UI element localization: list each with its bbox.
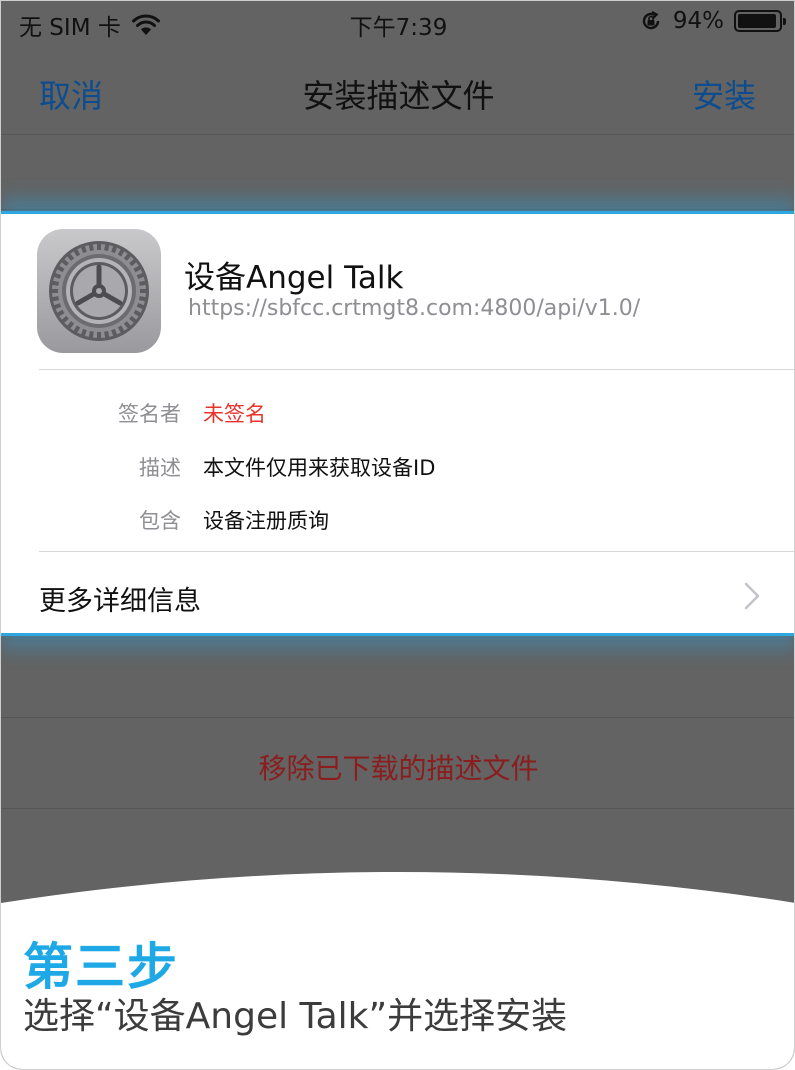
profile-card: 设备Angel Talk https://sbfcc.crtmgt8.com:4… bbox=[1, 211, 794, 636]
profile-url: https://sbfcc.crtmgt8.com:4800/api/v1.0/ bbox=[188, 296, 641, 321]
battery-fill bbox=[738, 14, 776, 28]
install-button[interactable]: 安装 bbox=[692, 71, 756, 117]
battery-icon bbox=[734, 10, 786, 32]
divider bbox=[1, 808, 794, 809]
more-details-label: 更多详细信息 bbox=[39, 586, 201, 617]
step-description: 选择“设备Angel Talk”并选择安装 bbox=[23, 996, 568, 1037]
divider bbox=[1, 209, 794, 210]
page-title: 安装描述文件 bbox=[302, 77, 495, 115]
description-value: 本文件仅用来获取设备ID bbox=[203, 456, 436, 480]
signer-value: 未签名 bbox=[203, 402, 266, 426]
description-label: 描述 bbox=[139, 456, 181, 480]
status-bar: 无 SIM 卡 下午7:39 94% bbox=[1, 1, 794, 45]
signer-label: 签名者 bbox=[118, 402, 181, 426]
contains-value: 设备注册质询 bbox=[203, 509, 329, 533]
divider bbox=[39, 369, 794, 370]
battery-percent: 94% bbox=[672, 8, 724, 34]
screen-frame: 无 SIM 卡 下午7:39 94% 取消 安装描述文件 安装 设备Angel … bbox=[0, 0, 795, 1070]
chevron-right-icon bbox=[744, 582, 760, 610]
settings-gear-icon bbox=[37, 229, 161, 353]
instruction-overlay: 第三步 选择“设备Angel Talk”并选择安装 bbox=[1, 861, 794, 1069]
status-right: 94% bbox=[639, 8, 786, 34]
remove-profile-label: 移除已下载的描述文件 bbox=[258, 752, 539, 785]
more-details-row[interactable]: 更多详细信息 bbox=[1, 552, 794, 636]
remove-profile-button[interactable]: 移除已下载的描述文件 bbox=[1, 718, 794, 808]
nav-bar: 取消 安装描述文件 安装 bbox=[1, 45, 794, 135]
contains-label: 包含 bbox=[139, 509, 181, 533]
profile-name: 设备Angel Talk bbox=[184, 260, 404, 296]
rotation-lock-icon bbox=[642, 10, 660, 30]
